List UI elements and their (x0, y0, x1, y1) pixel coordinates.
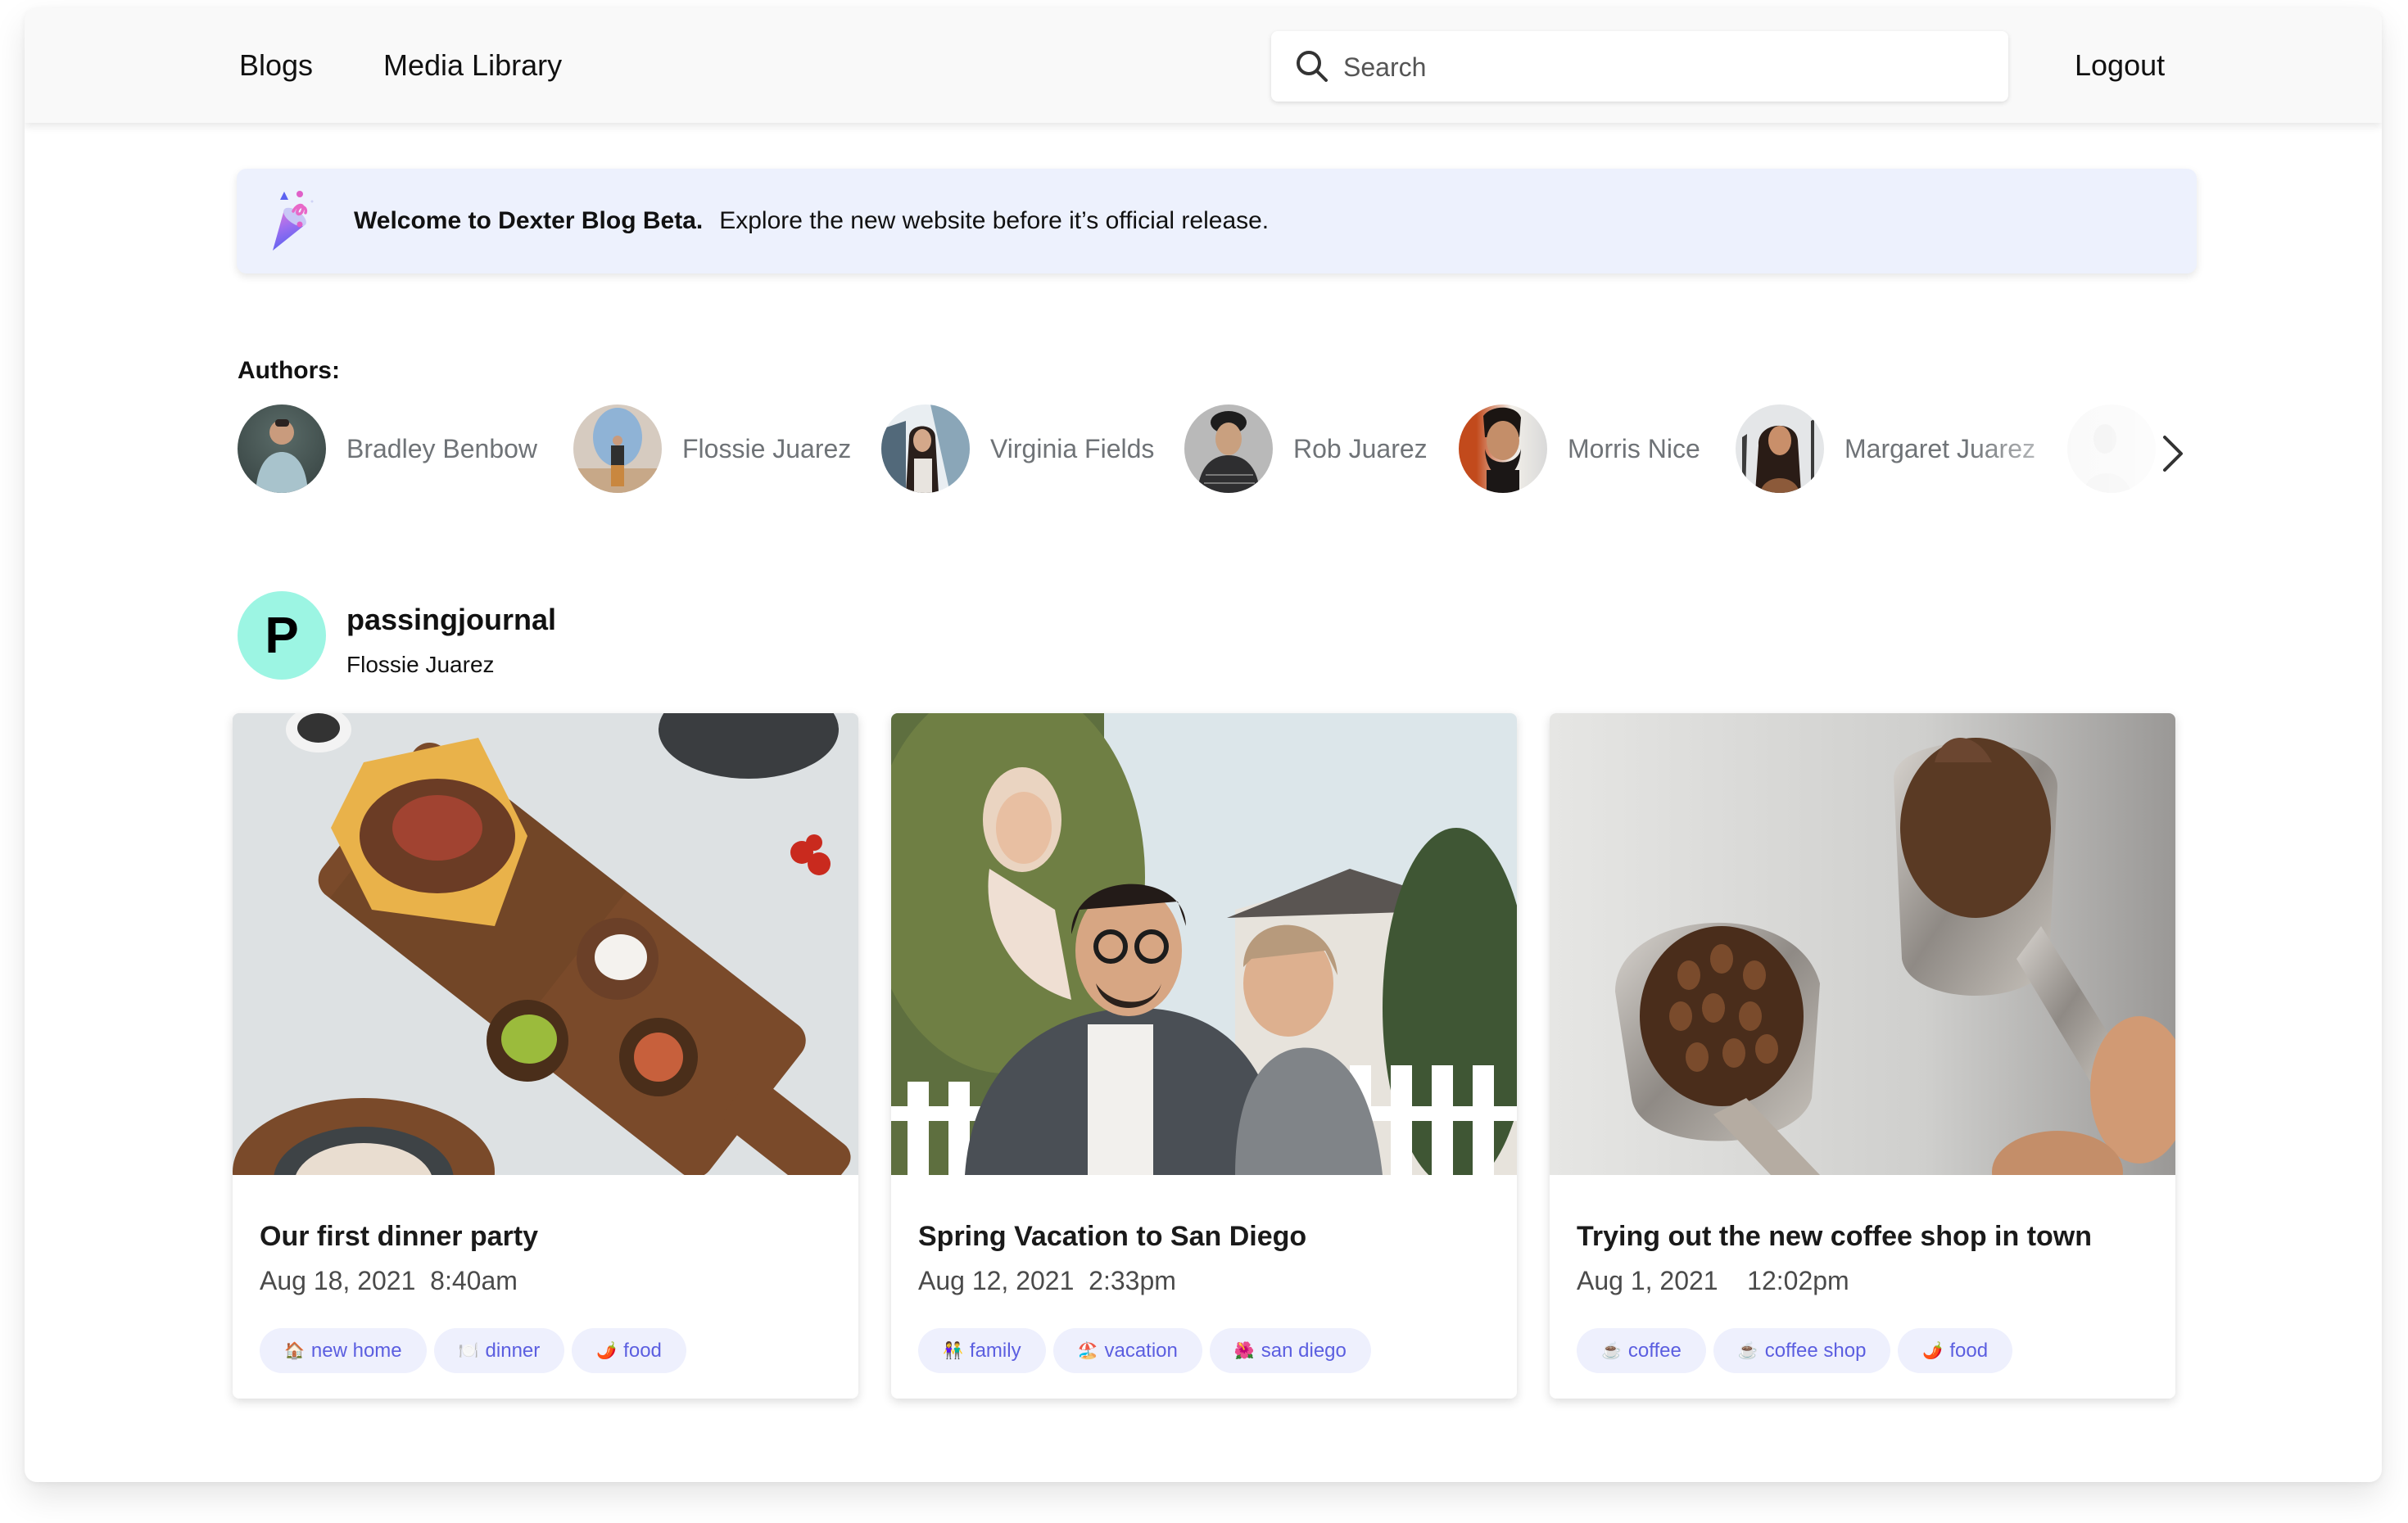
post-tags: 👫 family 🏖️ vacation 🌺 san diego (918, 1328, 1371, 1373)
author-avatar (881, 404, 970, 493)
author-item[interactable]: Virginia Fields (881, 404, 1154, 493)
author-name: Morris Nice (1568, 433, 1700, 463)
party-popper-icon (273, 191, 314, 251)
tag-label: food (623, 1339, 662, 1362)
tag-chip[interactable]: 🍽️ dinner (433, 1328, 565, 1373)
post-date-day: Aug 18, 2021 (260, 1266, 416, 1295)
post-date-time: 12:02pm (1747, 1266, 1849, 1295)
tag-label: vacation (1104, 1339, 1178, 1362)
post-title[interactable]: Spring Vacation to San Diego (918, 1221, 1306, 1253)
tag-chip[interactable]: 🌺 san diego (1209, 1328, 1371, 1373)
post-date: Aug 12, 2021 2:33pm (918, 1266, 1176, 1296)
tag-label: coffee shop (1764, 1339, 1867, 1362)
authors-carousel: Bradley Benbow Flossie Juarez Virginia F… (25, 404, 2382, 493)
tag-label: family (969, 1339, 1021, 1362)
nav-media-library[interactable]: Media Library (383, 49, 562, 82)
tag-chip[interactable]: 🏖️ vacation (1052, 1328, 1202, 1373)
plate-icon: 🍽️ (458, 1342, 479, 1360)
tag-chip[interactable]: 🏠 new home (260, 1328, 427, 1373)
post-date-time: 8:40am (430, 1266, 518, 1295)
post-card[interactable]: Our first dinner party Aug 18, 2021 8:40… (233, 713, 858, 1399)
search-box[interactable] (1271, 31, 2008, 102)
top-navbar: Blogs Media Library Logout (25, 8, 2382, 123)
authors-label: Authors: (238, 357, 340, 384)
post-image-dinner (233, 713, 858, 1175)
author-avatar (238, 404, 326, 493)
chili-pepper-icon: 🌶️ (1922, 1342, 1944, 1360)
search-icon (1297, 51, 1328, 82)
app-window: Blogs Media Library Logout (25, 8, 2382, 1482)
blog-author: Flossie Juarez (346, 652, 495, 677)
couple-icon: 👫 (943, 1342, 963, 1360)
tag-chip[interactable]: 🌶️ food (1898, 1328, 2013, 1373)
tag-chip[interactable]: ☕ coffee shop (1713, 1328, 1891, 1373)
post-title[interactable]: Our first dinner party (260, 1221, 538, 1253)
author-name: Margaret Juarez (1844, 433, 2035, 463)
welcome-banner: Welcome to Dexter Blog Beta. Explore the … (237, 169, 2197, 273)
post-card[interactable]: Trying out the new coffee shop in town A… (1550, 713, 2175, 1399)
logout-button[interactable]: Logout (2075, 49, 2165, 82)
chili-pepper-icon: 🌶️ (596, 1342, 618, 1360)
hot-beverage-icon: ☕ (1601, 1342, 1622, 1360)
nav-blogs[interactable]: Blogs (239, 49, 313, 82)
blog-avatar[interactable]: P (238, 591, 326, 680)
hot-beverage-icon: ☕ (1737, 1342, 1758, 1360)
tag-chip[interactable]: ☕ coffee (1577, 1328, 1706, 1373)
author-avatar (2067, 404, 2156, 493)
welcome-title: Welcome to Dexter Blog Beta. (354, 207, 704, 234)
blog-name[interactable]: passingjournal (346, 603, 556, 637)
post-date-day: Aug 12, 2021 (918, 1266, 1075, 1295)
post-card[interactable]: Spring Vacation to San Diego Aug 12, 202… (891, 713, 1517, 1399)
tag-chip[interactable]: 🌶️ food (572, 1328, 686, 1373)
author-avatar (1184, 404, 1273, 493)
author-name: Virginia Fields (990, 433, 1155, 463)
author-avatar (573, 404, 662, 493)
author-name: Flossie Juarez (682, 433, 852, 463)
post-date-time: 2:33pm (1089, 1266, 1176, 1295)
search-input[interactable] (1342, 46, 1984, 88)
beach-umbrella-icon: 🏖️ (1077, 1342, 1098, 1360)
author-avatar (1459, 404, 1547, 493)
post-tags: ☕ coffee ☕ coffee shop 🌶️ food (1577, 1328, 2013, 1373)
author-item[interactable]: Margaret Juarez (1736, 404, 2035, 493)
author-name: Bradley Benbow (346, 433, 538, 463)
welcome-text: Explore the new website before it’s offi… (719, 207, 1270, 234)
post-date: Aug 18, 2021 8:40am (260, 1266, 518, 1296)
tag-label: san diego (1261, 1339, 1347, 1362)
tag-label: coffee (1627, 1339, 1682, 1362)
welcome-message: Welcome to Dexter Blog Beta. Explore the … (354, 206, 1269, 236)
tag-label: food (1949, 1339, 1989, 1362)
post-date-day: Aug 1, 2021 (1577, 1266, 1718, 1295)
house-icon: 🏠 (284, 1342, 305, 1360)
post-date: Aug 1, 2021 12:02pm (1577, 1266, 1849, 1296)
author-avatar (1736, 404, 1824, 493)
tag-label: new home (310, 1339, 402, 1362)
author-name: Rob Juarez (1293, 433, 1428, 463)
post-tags: 🏠 new home 🍽️ dinner 🌶️ food (260, 1328, 686, 1373)
post-image-coffee (1550, 713, 2175, 1175)
author-item[interactable]: Rob Juarez (1184, 404, 1428, 493)
author-item[interactable]: Bradley Benbow (238, 404, 537, 493)
tag-label: dinner (485, 1339, 541, 1362)
post-image-family (891, 713, 1517, 1175)
author-item[interactable]: Morris Nice (1459, 404, 1700, 493)
tag-chip[interactable]: 👫 family (918, 1328, 1046, 1373)
author-item[interactable]: Flossie Juarez (573, 404, 851, 493)
chevron-right-icon[interactable] (2154, 429, 2195, 478)
hibiscus-icon: 🌺 (1233, 1342, 1255, 1360)
post-title[interactable]: Trying out the new coffee shop in town (1577, 1221, 2092, 1253)
